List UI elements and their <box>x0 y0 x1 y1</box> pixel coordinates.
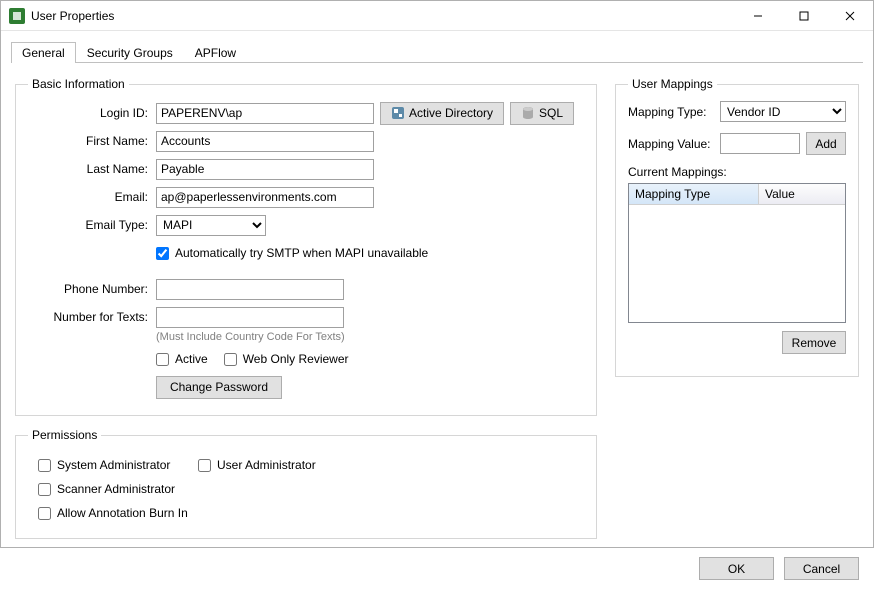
login-id-input[interactable] <box>156 103 374 124</box>
active-input[interactable] <box>156 353 169 366</box>
mapping-value-input[interactable] <box>720 133 800 154</box>
web-only-label: Web Only Reviewer <box>243 352 349 366</box>
scanner-admin-input[interactable] <box>38 483 51 496</box>
change-password-button[interactable]: Change Password <box>156 376 282 399</box>
add-mapping-button[interactable]: Add <box>806 132 846 155</box>
tab-security-groups[interactable]: Security Groups <box>76 41 184 63</box>
first-name-input[interactable] <box>156 131 374 152</box>
burn-in-checkbox[interactable]: Allow Annotation Burn In <box>38 506 188 520</box>
sys-admin-input[interactable] <box>38 459 51 472</box>
cancel-button[interactable]: Cancel <box>784 557 859 580</box>
email-input[interactable] <box>156 187 374 208</box>
active-label: Active <box>175 352 208 366</box>
mapping-type-select[interactable]: Vendor ID <box>720 101 846 122</box>
phone-label: Phone Number: <box>28 282 156 296</box>
web-only-checkbox[interactable]: Web Only Reviewer <box>224 352 349 366</box>
titlebar: User Properties <box>1 1 873 31</box>
texts-label: Number for Texts: <box>28 310 156 324</box>
user-admin-label: User Administrator <box>217 458 316 472</box>
user-admin-input[interactable] <box>198 459 211 472</box>
ok-label: OK <box>728 562 745 576</box>
scanner-admin-checkbox[interactable]: Scanner Administrator <box>38 482 188 496</box>
tab-apflow[interactable]: APFlow <box>184 41 247 63</box>
active-directory-label: Active Directory <box>409 106 493 120</box>
smtp-auto-label: Automatically try SMTP when MAPI unavail… <box>175 246 428 260</box>
scanner-admin-label: Scanner Administrator <box>57 482 175 496</box>
texts-note: (Must Include Country Code For Texts) <box>156 331 584 343</box>
email-type-label: Email Type: <box>28 218 156 232</box>
mappings-col-type[interactable]: Mapping Type <box>629 184 759 204</box>
app-icon <box>9 8 25 24</box>
mapping-value-label: Mapping Value: <box>628 137 720 151</box>
remove-mapping-label: Remove <box>792 336 837 350</box>
current-mappings-label: Current Mappings: <box>628 165 846 179</box>
tab-general[interactable]: General <box>11 42 76 63</box>
basic-information-group: Basic Information Login ID: Active Direc… <box>15 77 597 416</box>
active-checkbox[interactable]: Active <box>156 352 208 366</box>
cancel-label: Cancel <box>803 562 840 576</box>
user-mappings-legend: User Mappings <box>628 77 717 91</box>
permissions-group: Permissions System Administrator User Ad… <box>15 428 597 539</box>
maximize-button[interactable] <box>781 1 827 31</box>
active-directory-button[interactable]: Active Directory <box>380 102 504 125</box>
burn-in-label: Allow Annotation Burn In <box>57 506 188 520</box>
active-directory-icon <box>391 106 405 120</box>
smtp-auto-checkbox[interactable]: Automatically try SMTP when MAPI unavail… <box>156 246 428 260</box>
database-icon <box>521 106 535 120</box>
window-title: User Properties <box>31 9 114 23</box>
ok-button[interactable]: OK <box>699 557 774 580</box>
smtp-auto-input[interactable] <box>156 247 169 260</box>
dialog-footer: OK Cancel <box>1 549 873 592</box>
remove-mapping-button[interactable]: Remove <box>782 331 846 354</box>
last-name-label: Last Name: <box>28 162 156 176</box>
add-mapping-label: Add <box>815 137 836 151</box>
sys-admin-label: System Administrator <box>57 458 170 472</box>
sql-label: SQL <box>539 106 563 120</box>
tabstrip: General Security Groups APFlow <box>1 31 873 63</box>
mappings-col-value[interactable]: Value <box>759 184 845 204</box>
current-mappings-table[interactable]: Mapping Type Value <box>628 183 846 323</box>
user-mappings-group: User Mappings Mapping Type: Vendor ID Ma… <box>615 77 859 377</box>
texts-input[interactable] <box>156 307 344 328</box>
login-id-label: Login ID: <box>28 106 156 120</box>
last-name-input[interactable] <box>156 159 374 180</box>
minimize-button[interactable] <box>735 1 781 31</box>
user-admin-checkbox[interactable]: User Administrator <box>198 458 398 472</box>
burn-in-input[interactable] <box>38 507 51 520</box>
close-button[interactable] <box>827 1 873 31</box>
sql-button[interactable]: SQL <box>510 102 574 125</box>
email-type-select[interactable]: MAPI <box>156 215 266 236</box>
mapping-type-label: Mapping Type: <box>628 105 720 119</box>
sys-admin-checkbox[interactable]: System Administrator <box>38 458 188 472</box>
first-name-label: First Name: <box>28 134 156 148</box>
change-password-label: Change Password <box>170 380 268 394</box>
permissions-legend: Permissions <box>28 428 101 442</box>
basic-information-legend: Basic Information <box>28 77 129 91</box>
email-label: Email: <box>28 190 156 204</box>
web-only-input[interactable] <box>224 353 237 366</box>
phone-input[interactable] <box>156 279 344 300</box>
